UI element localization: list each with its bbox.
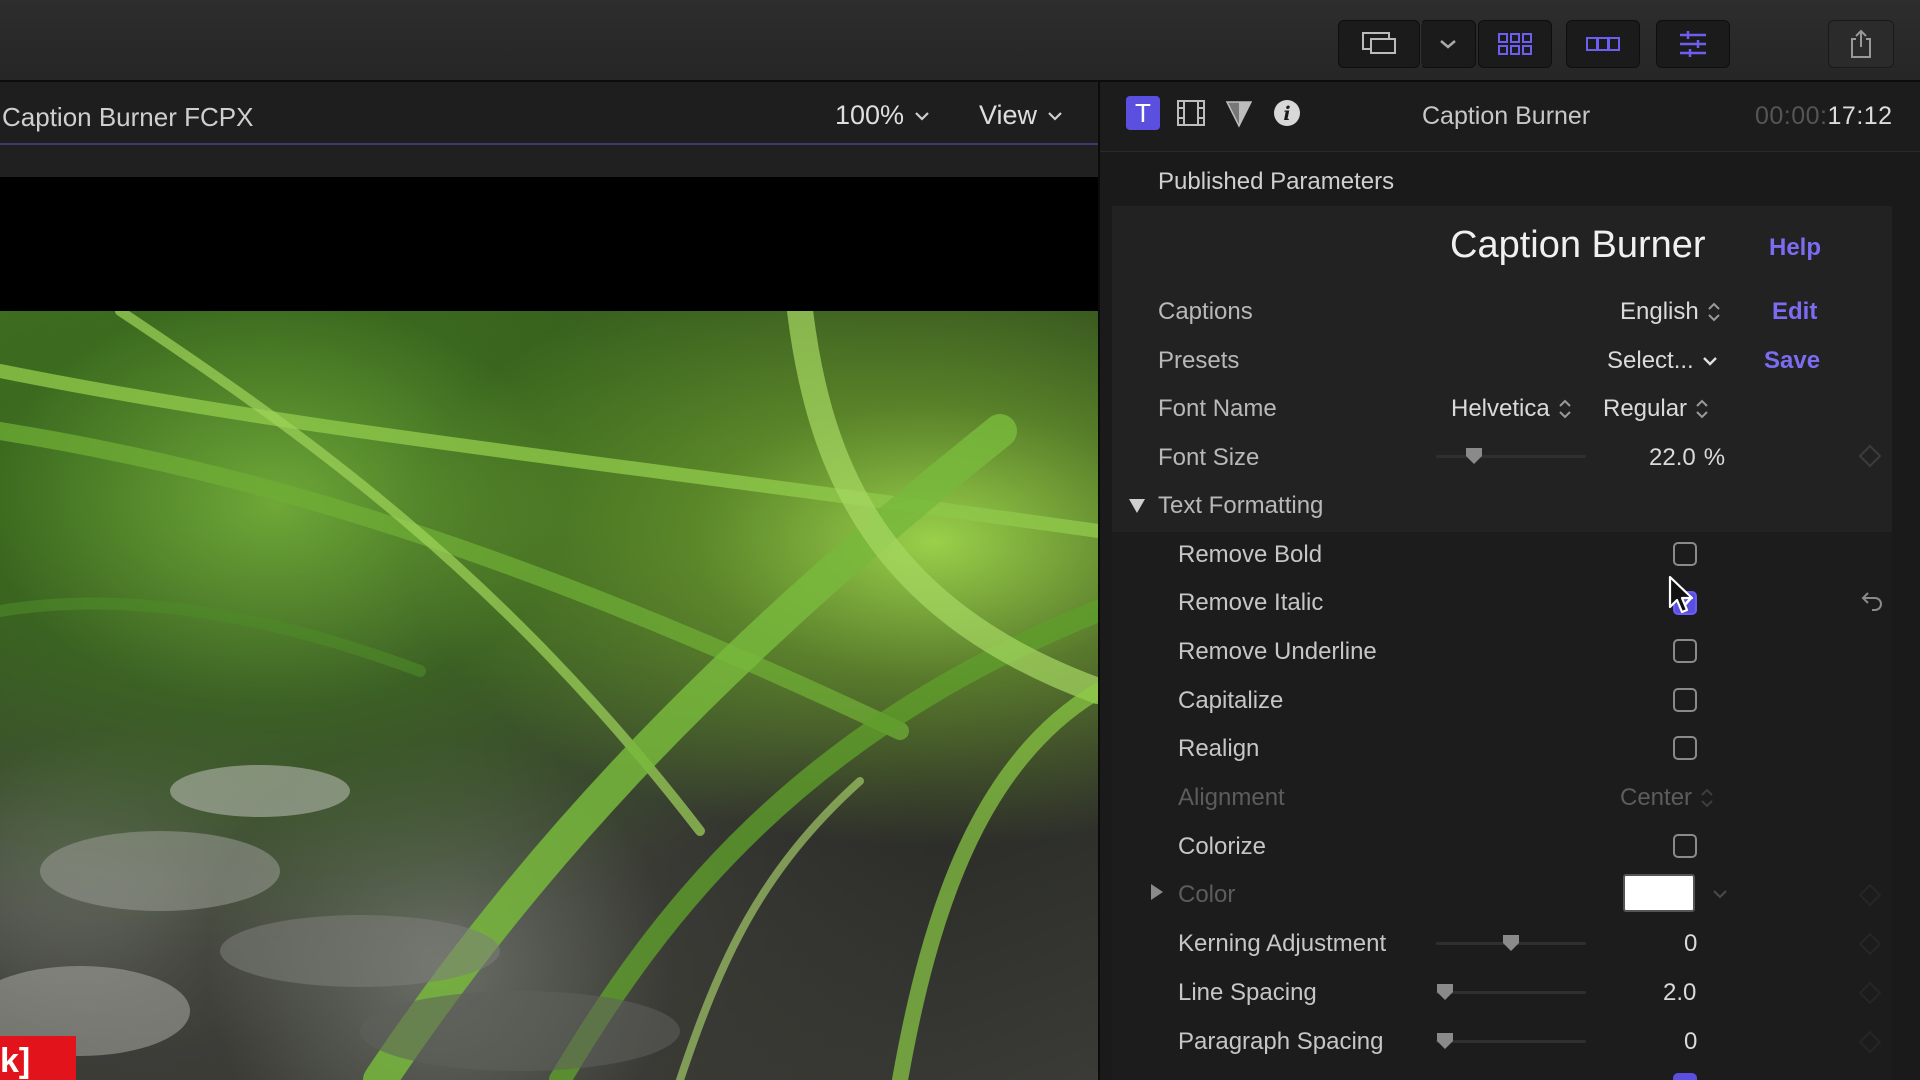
top-toolbar: [0, 0, 1920, 82]
timecode-dim: 00:00:: [1755, 102, 1828, 130]
kerning-label: Kerning Adjustment: [1178, 930, 1387, 957]
paragraph-spacing-label: Paragraph Spacing: [1178, 1028, 1384, 1055]
font-size-slider[interactable]: [1436, 448, 1586, 464]
capitalize-checkbox[interactable]: [1673, 688, 1697, 712]
updown-chevron-icon: [1559, 399, 1571, 419]
realign-label: Realign: [1178, 735, 1260, 762]
paragraph-spacing-slider[interactable]: [1436, 1033, 1586, 1049]
captions-value: English: [1620, 298, 1699, 325]
color-well[interactable]: [1623, 874, 1695, 912]
chevron-down-icon: [915, 111, 929, 121]
font-family-popup[interactable]: Helvetica: [1451, 395, 1572, 423]
capitalize-label: Capitalize: [1178, 687, 1284, 714]
slider-knob[interactable]: [1502, 934, 1520, 952]
inspector-sliders-icon[interactable]: [1656, 20, 1730, 68]
share-icon[interactable]: [1828, 20, 1894, 68]
mouse-pointer-icon: [1668, 575, 1694, 614]
timeline-strip-icon[interactable]: [1566, 20, 1640, 68]
text-tab-icon[interactable]: T: [1126, 96, 1160, 130]
updown-chevron-icon: [1696, 399, 1708, 419]
alignment-value: Center: [1620, 784, 1693, 811]
save-link[interactable]: Save: [1764, 347, 1820, 375]
inspector-title: Caption Burner: [1422, 102, 1591, 130]
chevron-down-icon[interactable]: [1420, 20, 1476, 68]
line-spacing-slider[interactable]: [1436, 984, 1586, 1000]
next-row-checkbox[interactable]: [1673, 1073, 1697, 1080]
viewer-title: Caption Burner FCPX: [2, 102, 254, 132]
layout-icon[interactable]: [1338, 20, 1420, 68]
text-formatting-label[interactable]: Text Formatting: [1158, 492, 1323, 520]
timecode-value: 17:12: [1827, 102, 1893, 130]
line-spacing-label: Line Spacing: [1178, 979, 1317, 1006]
letterbox-bar: [0, 177, 1098, 311]
disclosure-triangle-icon[interactable]: [1150, 883, 1164, 901]
reset-arrow-icon[interactable]: [1860, 589, 1884, 611]
captions-label: Captions: [1158, 298, 1253, 325]
inspector-panel: T i Caption Burner 00:00:17:12 Published…: [1100, 82, 1920, 1080]
paragraph-spacing-value[interactable]: 0: [1684, 1028, 1697, 1056]
font-family-value: Helvetica: [1451, 395, 1550, 422]
viewer-band: [0, 145, 1098, 177]
remove-underline-label: Remove Underline: [1178, 638, 1377, 665]
alignment-popup: Center: [1620, 784, 1714, 812]
watermark-badge: k]: [0, 1036, 76, 1080]
grass-stream-image: [0, 311, 1098, 1080]
view-menu[interactable]: View: [979, 100, 1063, 131]
updown-chevron-icon: [1701, 788, 1713, 808]
updown-chevron-icon: [1708, 302, 1720, 322]
effect-name: Caption Burner: [1450, 224, 1706, 266]
slider-knob[interactable]: [1436, 1032, 1454, 1050]
font-style-popup[interactable]: Regular: [1603, 395, 1709, 423]
timecode: 00:00:17:12: [1755, 102, 1893, 131]
font-size-field[interactable]: 22.0 %: [1649, 444, 1725, 472]
font-style-value: Regular: [1603, 395, 1688, 422]
chevron-down-icon: [1048, 111, 1062, 121]
viewer-header: Caption Burner FCPX 100% View: [0, 82, 1098, 144]
chevron-down-icon: [1702, 357, 1717, 366]
color-label: Color: [1178, 881, 1236, 908]
svg-text:i: i: [1283, 103, 1290, 125]
presets-value: Select...: [1607, 347, 1694, 374]
disclosure-triangle-icon[interactable]: [1128, 498, 1146, 514]
captions-popup[interactable]: English: [1620, 298, 1721, 326]
font-size-label: Font Size: [1158, 444, 1260, 471]
remove-italic-label: Remove Italic: [1178, 589, 1324, 616]
remove-bold-checkbox[interactable]: [1673, 542, 1697, 566]
viewer-video-frame[interactable]: [0, 311, 1098, 1080]
video-tab-icon[interactable]: [1174, 96, 1208, 130]
view-label: View: [979, 100, 1038, 130]
zoom-value: 100%: [835, 100, 905, 130]
chevron-down-icon[interactable]: [1712, 889, 1728, 899]
colorize-label: Colorize: [1178, 833, 1267, 860]
line-spacing-value[interactable]: 2.0: [1663, 979, 1696, 1007]
inspector-header: T i Caption Burner 00:00:17:12: [1100, 82, 1920, 152]
colorize-checkbox[interactable]: [1673, 834, 1697, 858]
browser-grid-icon[interactable]: [1478, 20, 1552, 68]
realign-checkbox[interactable]: [1673, 736, 1697, 760]
kerning-slider[interactable]: [1436, 935, 1586, 951]
filter-tab-icon[interactable]: [1222, 96, 1256, 130]
kerning-value[interactable]: 0: [1684, 930, 1697, 958]
remove-bold-label: Remove Bold: [1178, 541, 1323, 568]
info-tab-icon[interactable]: i: [1270, 96, 1304, 130]
font-size-unit: %: [1703, 444, 1726, 471]
slider-knob[interactable]: [1436, 983, 1454, 1001]
font-name-label: Font Name: [1158, 395, 1277, 422]
alignment-label: Alignment: [1178, 784, 1285, 811]
font-size-value: 22.0: [1649, 444, 1696, 471]
presets-label: Presets: [1158, 347, 1240, 374]
published-parameters-label: Published Parameters: [1158, 168, 1395, 195]
zoom-menu[interactable]: 100%: [835, 100, 930, 131]
edit-link[interactable]: Edit: [1772, 298, 1817, 326]
remove-underline-checkbox[interactable]: [1673, 639, 1697, 663]
presets-popup[interactable]: Select...: [1607, 347, 1718, 375]
help-link[interactable]: Help: [1769, 234, 1821, 262]
slider-knob[interactable]: [1465, 447, 1483, 465]
